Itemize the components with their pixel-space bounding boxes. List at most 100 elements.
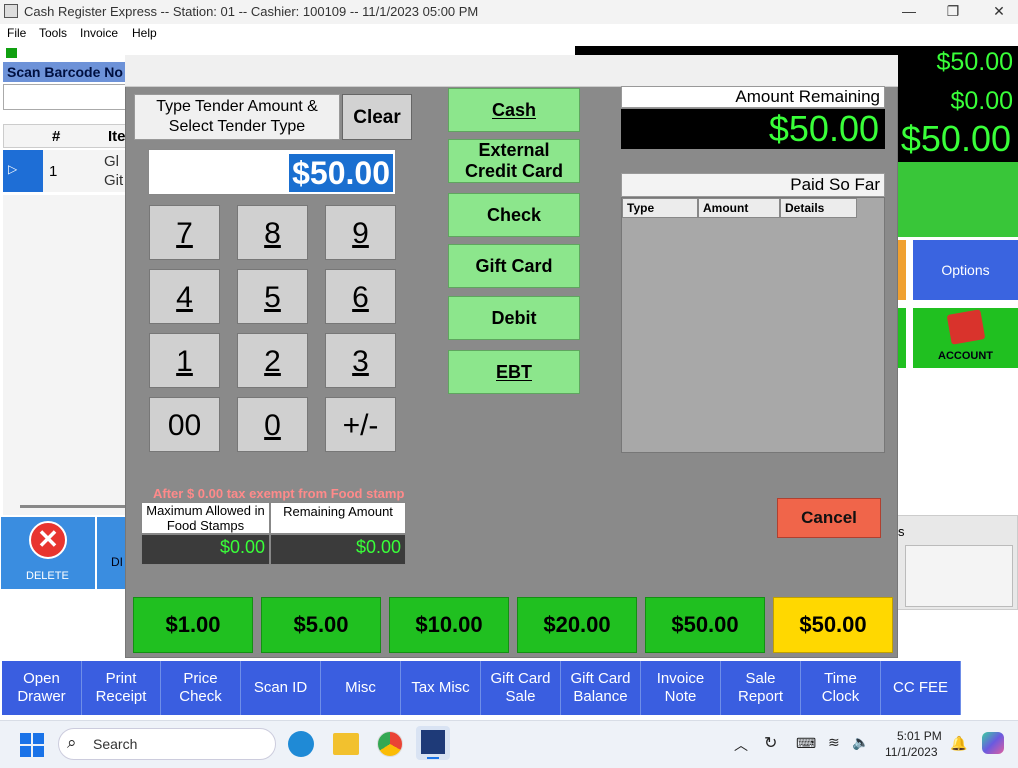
invoice-note-button[interactable]: Invoice Note xyxy=(641,661,721,715)
tax-misc-button[interactable]: Tax Misc xyxy=(401,661,481,715)
sale-report-button[interactable]: Sale Report xyxy=(721,661,801,715)
print-receipt-button[interactable]: Print Receipt xyxy=(82,661,161,715)
key-label: 4 xyxy=(176,281,193,314)
tender-debit-button[interactable]: Debit xyxy=(448,296,580,340)
chrome-icon[interactable] xyxy=(377,731,403,757)
account-button[interactable]: ACCOUNT xyxy=(913,308,1018,368)
status-indicator xyxy=(6,48,17,58)
clear-button[interactable]: Clear xyxy=(342,94,412,140)
paid-so-far-grid[interactable] xyxy=(621,197,885,453)
taskbar-date[interactable]: 11/1/2023 xyxy=(885,745,938,759)
key-1[interactable]: 1 xyxy=(149,333,220,388)
tb-label: Balance xyxy=(573,688,628,705)
minimize-button[interactable]: — xyxy=(886,0,932,24)
gift-card-balance-button[interactable]: Gift Card Balance xyxy=(561,661,641,715)
close-button[interactable]: ✕ xyxy=(976,0,1018,24)
food-max-value: $0.00 xyxy=(141,534,270,565)
grid-scrollbar[interactable] xyxy=(20,505,130,508)
chevron-up-icon[interactable]: ︿ xyxy=(734,735,748,755)
row-selector[interactable]: ▷ xyxy=(3,150,43,192)
info-panel-label: s xyxy=(898,524,905,539)
maximize-button[interactable]: ❐ xyxy=(930,0,976,24)
quick-amount-5-button[interactable]: $5.00 xyxy=(261,597,381,653)
gift-card-sale-button[interactable]: Gift Card Sale xyxy=(481,661,561,715)
paid-col-amount[interactable]: Amount xyxy=(698,198,780,218)
cash-register-taskbar-button[interactable] xyxy=(416,726,450,760)
tb-label: Sale xyxy=(505,688,536,705)
tb-label: Invoice xyxy=(656,670,705,687)
volume-icon[interactable]: 🔈 xyxy=(852,734,869,751)
tender-cash-button[interactable]: Cash xyxy=(448,88,580,132)
price-check-button[interactable]: Price Check xyxy=(161,661,241,715)
cash-register-icon xyxy=(421,730,445,754)
key-5[interactable]: 5 xyxy=(237,269,308,324)
paid-col-type[interactable]: Type xyxy=(622,198,698,218)
key-00[interactable]: 00 xyxy=(149,397,220,452)
tender-label: EBT xyxy=(496,361,532,382)
taskbar-time[interactable]: 5:01 PM xyxy=(897,729,942,743)
title-bar: Cash Register Express -- Station: 01 -- … xyxy=(0,0,1018,24)
time-clock-button[interactable]: Time Clock xyxy=(801,661,881,715)
tender-label: External xyxy=(478,140,550,160)
key-2[interactable]: 2 xyxy=(237,333,308,388)
open-drawer-button[interactable]: Open Drawer xyxy=(2,661,82,715)
menu-help[interactable]: Help xyxy=(132,26,157,40)
tender-external-credit-card-button[interactable]: External Credit Card xyxy=(448,139,580,183)
sync-icon[interactable]: ↻ xyxy=(764,733,777,753)
tb-label: Open xyxy=(23,670,60,687)
pay-area[interactable] xyxy=(885,162,1018,237)
tb-label: Misc xyxy=(345,679,376,696)
key-8[interactable]: 8 xyxy=(237,205,308,260)
quick-amount-20-button[interactable]: $20.00 xyxy=(517,597,637,653)
key-7[interactable]: 7 xyxy=(149,205,220,260)
food-max-label: Maximum Allowed in Food Stamps xyxy=(141,502,270,534)
keyboard-icon[interactable]: ⌨ xyxy=(796,735,816,752)
scan-barcode-input[interactable] xyxy=(3,84,130,110)
windows-start-icon[interactable] xyxy=(20,733,44,757)
paid-so-far-label: Paid So Far xyxy=(621,173,885,197)
tb-label: CC FEE xyxy=(892,679,948,696)
notification-icon[interactable]: 🔔 xyxy=(950,735,967,752)
cancel-button[interactable]: Cancel xyxy=(777,498,881,538)
tb-label: Scan ID xyxy=(253,679,308,696)
edge-icon[interactable] xyxy=(288,731,314,757)
key-plus-minus[interactable]: +/- xyxy=(325,397,396,452)
misc-button[interactable]: Misc xyxy=(321,661,401,715)
grid-col-item: Ite xyxy=(108,128,126,145)
tender-check-button[interactable]: Check xyxy=(448,193,580,237)
menu-tools[interactable]: Tools xyxy=(39,26,67,40)
items-grid-body xyxy=(3,195,130,515)
menu-file[interactable]: File xyxy=(7,26,26,40)
options-button[interactable]: Options xyxy=(913,240,1018,300)
taskbar-search[interactable]: ⌕ Search xyxy=(58,728,276,760)
menu-invoice[interactable]: Invoice xyxy=(80,26,118,40)
key-4[interactable]: 4 xyxy=(149,269,220,324)
quick-amount-1-button[interactable]: $1.00 xyxy=(133,597,253,653)
quick-amount-exact-button[interactable]: $50.00 xyxy=(773,597,893,653)
tender-gift-card-button[interactable]: Gift Card xyxy=(448,244,580,288)
tender-ebt-button[interactable]: EBT xyxy=(448,350,580,394)
key-label: 3 xyxy=(352,345,369,378)
paid-col-details[interactable]: Details xyxy=(780,198,857,218)
copilot-icon[interactable] xyxy=(982,732,1004,754)
key-9[interactable]: 9 xyxy=(325,205,396,260)
key-label: 7 xyxy=(176,217,193,250)
cc-fee-button[interactable]: CC FEE xyxy=(881,661,961,715)
file-explorer-icon[interactable] xyxy=(333,733,359,755)
amount-remaining-value: $50.00 xyxy=(621,109,885,149)
tb-label: Note xyxy=(664,688,697,705)
menu-bar: File Tools Invoice Help xyxy=(0,24,1018,44)
quick-amount-10-button[interactable]: $10.00 xyxy=(389,597,509,653)
tender-amount-input[interactable]: $50.00 xyxy=(148,149,396,195)
wifi-icon[interactable]: ≋ xyxy=(828,734,840,751)
key-3[interactable]: 3 xyxy=(325,333,396,388)
key-0[interactable]: 0 xyxy=(237,397,308,452)
amount-remaining-label: Amount Remaining xyxy=(621,86,885,108)
quick-amount-50-button[interactable]: $50.00 xyxy=(645,597,765,653)
scan-id-button[interactable]: Scan ID xyxy=(241,661,321,715)
delete-label: DELETE xyxy=(26,570,69,582)
delete-button[interactable]: ✕ DELETE xyxy=(1,517,95,589)
food-remaining-value: $0.00 xyxy=(270,534,406,565)
key-6[interactable]: 6 xyxy=(325,269,396,324)
tender-label: Gift Card xyxy=(475,255,553,276)
